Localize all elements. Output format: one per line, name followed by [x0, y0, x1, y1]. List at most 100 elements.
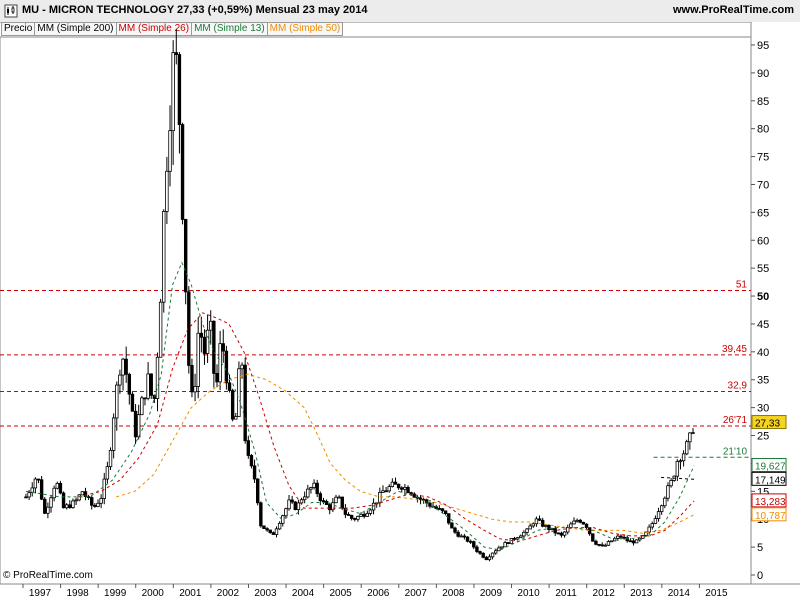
x-tick-label: 1997 [29, 588, 52, 599]
candle [321, 500, 326, 503]
candle [578, 519, 582, 523]
candle [46, 506, 50, 514]
candle [302, 496, 307, 501]
candle [453, 527, 457, 533]
y-tick-label: 50 [757, 291, 769, 303]
ma50-line [116, 373, 695, 534]
candle [675, 460, 680, 477]
value-box-label: 10,787 [755, 511, 786, 522]
candle [506, 542, 510, 544]
candle [108, 450, 113, 468]
candle [519, 535, 523, 539]
candle [177, 54, 182, 125]
candle [324, 500, 329, 505]
candle [215, 372, 219, 383]
candle [681, 453, 686, 462]
candle [572, 520, 576, 525]
candle [540, 519, 545, 527]
candle [115, 384, 119, 419]
candle [130, 393, 135, 412]
x-tick-label: 2015 [705, 588, 728, 599]
candle [484, 556, 489, 561]
candle [393, 481, 398, 485]
price-chart[interactable]: 0510152025303540455055606570758085909519… [0, 0, 800, 600]
candle [24, 496, 28, 499]
candle [36, 478, 41, 481]
candle [625, 537, 629, 542]
candle [52, 487, 56, 499]
candle [80, 491, 85, 496]
candle [71, 500, 75, 509]
y-tick-label: 40 [757, 347, 769, 359]
candle [174, 52, 178, 55]
y-tick-label: 95 [757, 40, 769, 52]
candle [575, 519, 579, 522]
candle [49, 497, 53, 508]
candle [597, 543, 601, 546]
y-tick-label: 85 [757, 96, 769, 108]
candle [462, 535, 467, 538]
candle [118, 374, 122, 386]
candle [650, 523, 654, 528]
candle [403, 486, 407, 490]
candle [428, 502, 432, 507]
candle [378, 492, 382, 504]
value-box-label: 17,149 [755, 475, 786, 486]
candle [609, 540, 614, 543]
candle [494, 550, 498, 554]
candle [400, 487, 404, 490]
level-label: 39,45 [722, 344, 747, 355]
y-tick-label: 45 [757, 319, 769, 331]
candle [381, 490, 385, 493]
candle [102, 478, 106, 499]
candle [140, 397, 144, 416]
candle [33, 478, 38, 489]
candle [531, 523, 535, 527]
candle [450, 522, 454, 529]
y-tick-label: 70 [757, 179, 769, 191]
candle [500, 546, 504, 549]
candle [447, 513, 451, 524]
candle [306, 488, 310, 498]
candle [293, 501, 297, 511]
plot-area [0, 36, 752, 585]
x-tick-label: 2000 [142, 588, 165, 599]
x-tick-label: 2013 [630, 588, 653, 599]
candle [512, 537, 517, 540]
candle [199, 332, 204, 338]
candle [669, 480, 673, 487]
candle [105, 466, 110, 480]
candle [503, 542, 507, 548]
candle [334, 496, 338, 504]
candle [678, 460, 683, 463]
candle [328, 504, 332, 511]
candle [290, 499, 294, 503]
candle [256, 478, 260, 504]
candle [387, 486, 391, 492]
candle [691, 432, 695, 434]
candle [196, 332, 200, 387]
candle [224, 350, 229, 384]
candle [259, 502, 263, 527]
x-tick-label: 1998 [66, 588, 89, 599]
candle [331, 502, 335, 511]
chart-window: MU - MICRON TECHNOLOGY 27,33 (+0,59%) Me… [0, 0, 800, 600]
candle [591, 533, 595, 542]
candle [478, 551, 482, 554]
candle [252, 465, 257, 480]
candle [340, 496, 344, 509]
candle [171, 52, 175, 132]
x-tick-label: 2001 [179, 588, 202, 599]
candle [274, 528, 279, 535]
x-tick-label: 2014 [668, 588, 691, 599]
x-tick-label: 1999 [104, 588, 127, 599]
candle [656, 511, 661, 519]
candle [133, 410, 138, 438]
candle [606, 541, 611, 546]
x-tick-label: 2004 [292, 588, 315, 599]
candle [287, 499, 291, 510]
candle [111, 417, 116, 451]
candle [537, 518, 542, 521]
candle [544, 524, 548, 527]
level-label: 26'71 [723, 415, 748, 426]
